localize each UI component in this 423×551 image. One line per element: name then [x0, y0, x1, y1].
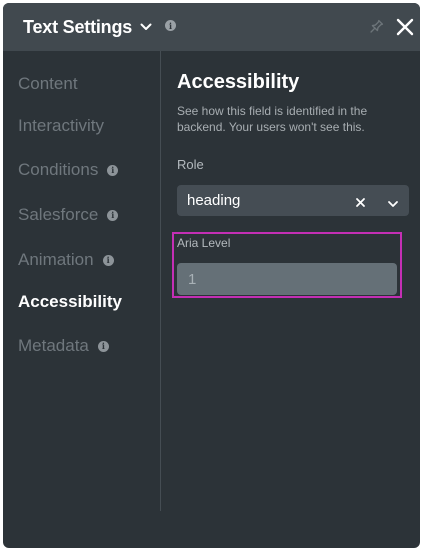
sidebar-item-label: Interactivity	[18, 116, 104, 135]
sidebar-item-label: Accessibility	[18, 292, 122, 311]
sidebar-item-label: Content	[18, 74, 78, 93]
pin-icon[interactable]	[367, 18, 385, 36]
sidebar-item-label: Salesforce	[18, 205, 99, 224]
chevron-down-icon[interactable]	[387, 196, 399, 207]
close-icon[interactable]	[395, 17, 415, 37]
aria-level-label: Aria Level	[177, 236, 231, 250]
sidebar-item-label: Conditions	[18, 160, 99, 179]
role-label: Role	[177, 157, 204, 172]
role-value: heading	[187, 192, 241, 209]
section-description: See how this field is identified in the …	[177, 104, 368, 134]
sidebar-item-label: Metadata	[18, 336, 89, 355]
sidebar-item-content[interactable]: Content	[18, 74, 78, 94]
panel-header: Text Settings i	[3, 3, 420, 51]
text-settings-panel: Text Settings i Content Interactivity Co…	[3, 3, 420, 548]
sidebar-item-interactivity[interactable]: Interactivity	[18, 116, 104, 136]
info-icon[interactable]: i	[107, 209, 119, 221]
panel-title: Text Settings	[23, 16, 133, 37]
title-dropdown[interactable]: Text Settings	[23, 3, 152, 51]
sidebar-item-conditions[interactable]: Conditions i	[18, 160, 119, 180]
sidebar-item-salesforce[interactable]: Salesforce i	[18, 205, 119, 225]
sidebar-item-accessibility[interactable]: Accessibility	[18, 292, 122, 312]
info-icon[interactable]: i	[97, 340, 109, 352]
sidebar-item-label: Animation	[18, 250, 94, 269]
role-select[interactable]: heading	[177, 185, 409, 216]
sidebar-item-metadata[interactable]: Metadata i	[18, 336, 109, 356]
sidebar-item-animation[interactable]: Animation i	[18, 250, 114, 270]
section-title: Accessibility	[177, 71, 300, 93]
settings-sidebar: Content Interactivity Conditions i Sales…	[3, 51, 161, 511]
info-icon[interactable]: i	[107, 164, 119, 176]
info-icon[interactable]: i	[165, 20, 176, 31]
aria-level-input[interactable]	[177, 263, 397, 295]
chevron-down-icon	[140, 23, 152, 31]
info-icon[interactable]: i	[102, 254, 114, 266]
clear-icon[interactable]	[355, 195, 366, 207]
